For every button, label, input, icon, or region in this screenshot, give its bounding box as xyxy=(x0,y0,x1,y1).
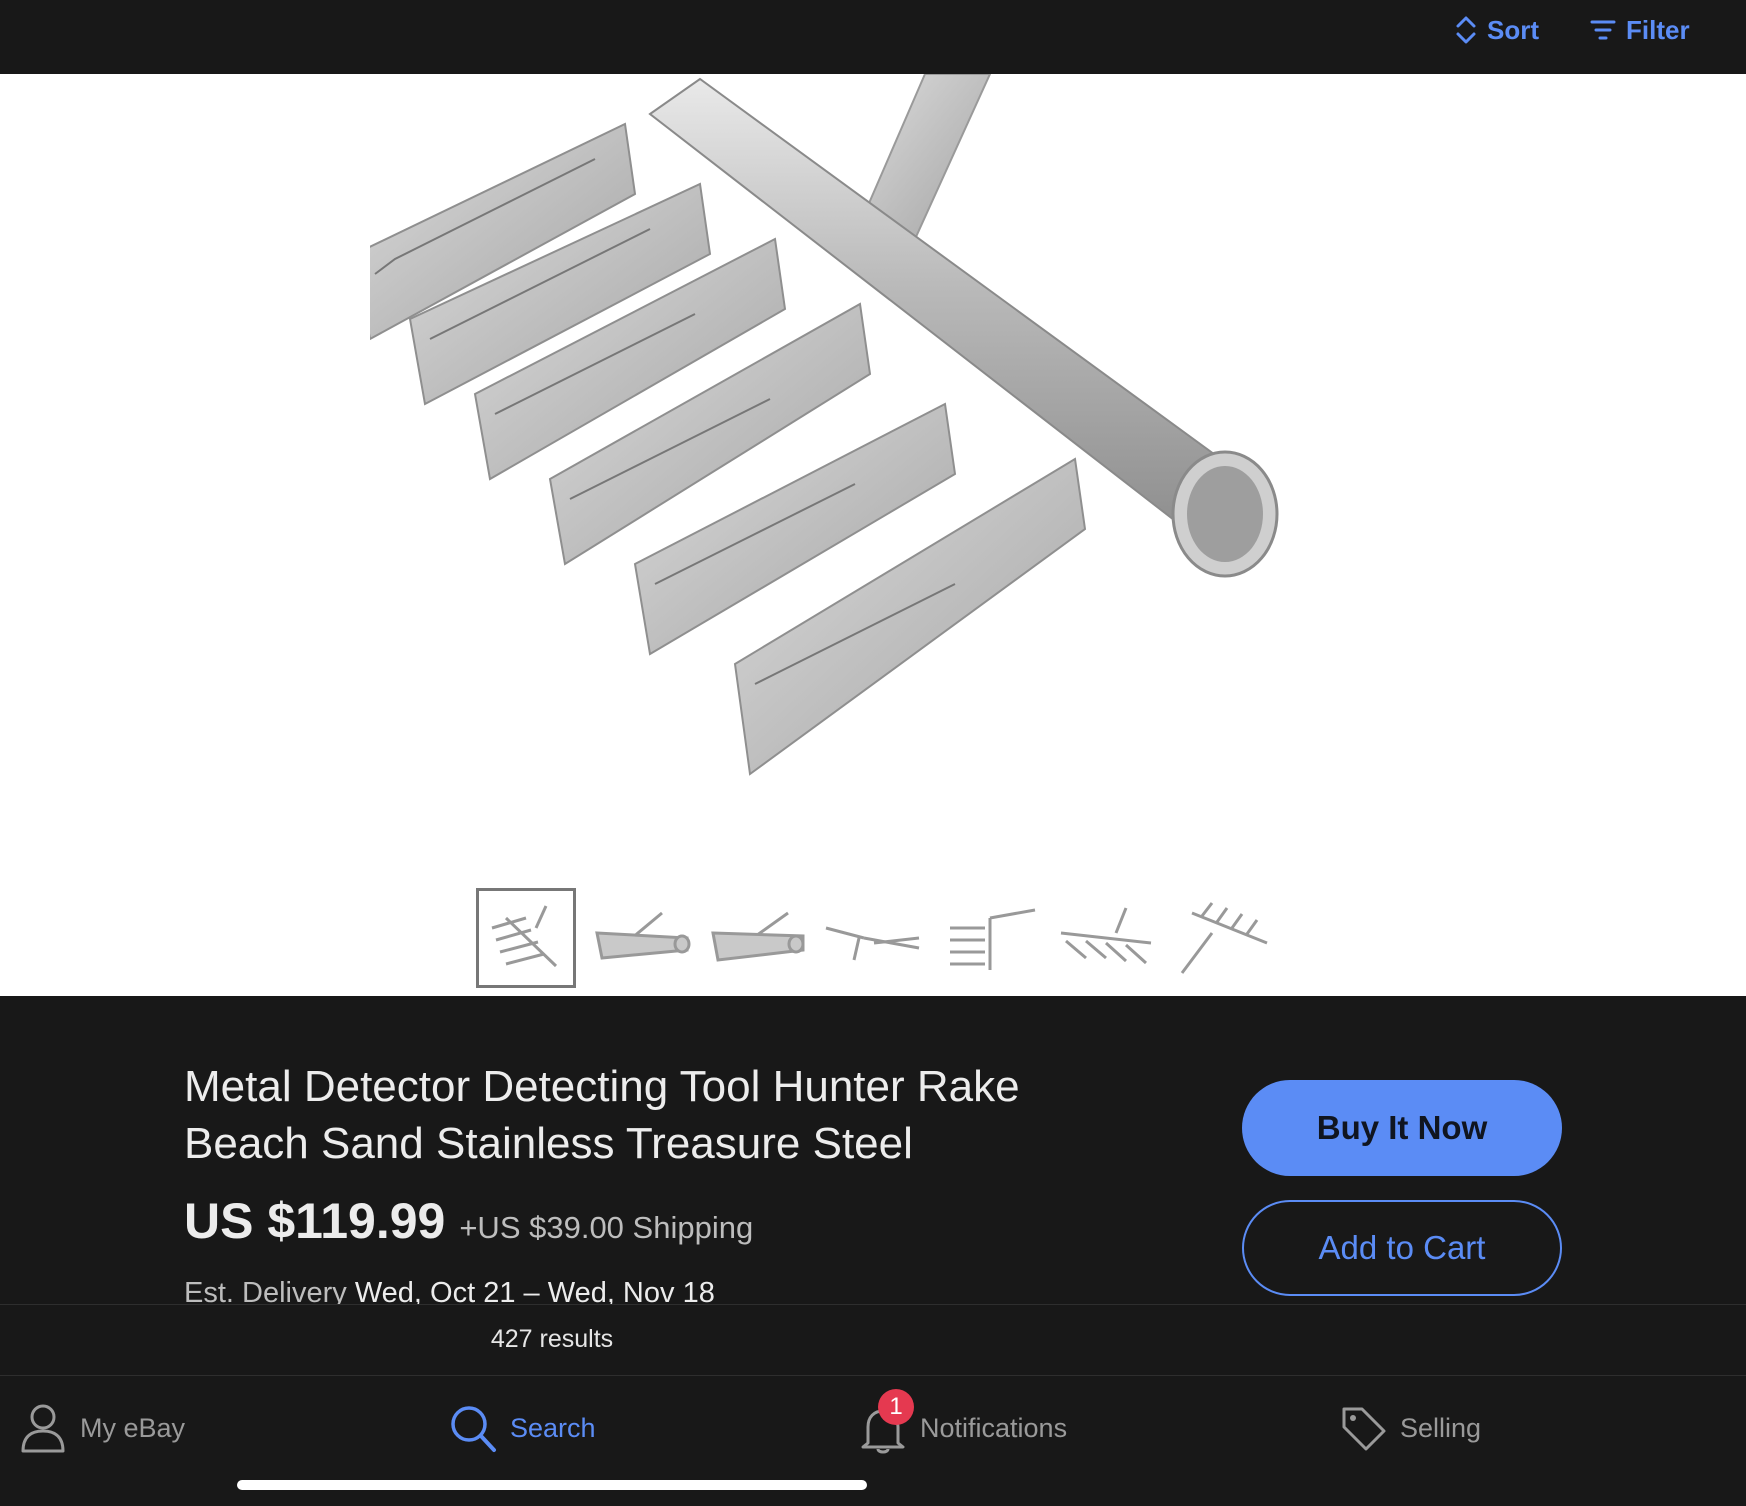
tab-selling[interactable]: Selling xyxy=(1338,1398,1481,1458)
filter-button[interactable]: Filter xyxy=(1590,12,1690,48)
person-icon xyxy=(18,1401,68,1455)
search-icon xyxy=(448,1401,498,1455)
add-to-cart-button[interactable]: Add to Cart xyxy=(1242,1200,1562,1296)
notifications-badge: 1 xyxy=(878,1389,914,1425)
rake-tines xyxy=(370,122,1087,776)
thumbnail-7[interactable] xyxy=(1172,888,1272,988)
sort-button[interactable]: Sort xyxy=(1455,12,1539,48)
product-title: Metal Detector Detecting Tool Hunter Rak… xyxy=(184,1062,1020,1168)
delivery-dates: Wed, Oct 21 – Wed, Nov 18 xyxy=(354,1277,715,1306)
tab-search[interactable]: Search xyxy=(448,1398,596,1458)
thumbnail-3[interactable] xyxy=(708,888,808,988)
results-bar: 427 results xyxy=(0,1304,1746,1376)
buy-it-now-button[interactable]: Buy It Now xyxy=(1242,1080,1562,1176)
tag-icon xyxy=(1338,1401,1388,1455)
thumbnail-4[interactable] xyxy=(824,888,924,988)
tab-notifications[interactable]: 1 Notifications xyxy=(858,1389,1068,1458)
estimated-delivery: Est. Delivery Wed, Oct 21 – Wed, Nov 18 xyxy=(184,1277,715,1306)
tab-selling-label: Selling xyxy=(1400,1412,1482,1443)
tab-bar: My eBay Search 1 Notifications Selling xyxy=(0,1376,1746,1506)
thumbnail-1[interactable] xyxy=(476,888,576,988)
filter-label: Filter xyxy=(1626,14,1690,45)
product-price: US $119.99 xyxy=(184,1193,446,1249)
bell-icon: 1 xyxy=(858,1389,914,1455)
sort-label: Sort xyxy=(1487,14,1539,45)
tab-my-ebay[interactable]: My eBay xyxy=(18,1398,185,1458)
tab-notifications-label: Notifications xyxy=(920,1412,1068,1443)
thumbnail-5[interactable] xyxy=(940,888,1040,988)
tab-my-ebay-label: My eBay xyxy=(80,1412,186,1443)
results-count: 427 results xyxy=(490,1325,614,1353)
thumbnail-6[interactable] xyxy=(1056,888,1156,988)
sort-icon xyxy=(1455,15,1477,45)
price-row: US $119.99 +US $39.00 Shipping xyxy=(184,1192,753,1250)
filter-icon xyxy=(1590,18,1616,42)
product-gallery xyxy=(0,74,1746,996)
shipping-cost: +US $39.00 Shipping xyxy=(459,1210,754,1245)
tab-search-label: Search xyxy=(510,1412,596,1443)
top-bar: Sort Filter xyxy=(0,0,1746,74)
home-indicator xyxy=(237,1480,867,1490)
product-info: Metal Detector Detecting Tool Hunter Rak… xyxy=(0,996,1746,1306)
thumbnail-2[interactable] xyxy=(592,888,692,988)
thumbnail-strip xyxy=(476,888,1272,988)
product-main-image[interactable] xyxy=(370,74,1370,874)
delivery-label: Est. Delivery xyxy=(184,1277,347,1306)
